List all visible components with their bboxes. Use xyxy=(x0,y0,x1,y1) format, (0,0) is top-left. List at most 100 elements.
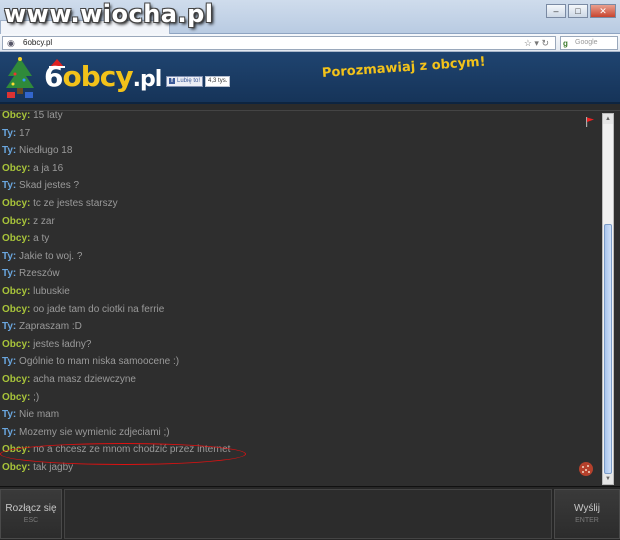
stranger-name: Obcy: xyxy=(2,303,31,315)
chat-message: Obcy: tc ze jestes starszy xyxy=(2,196,118,212)
cookie-icon[interactable] xyxy=(578,461,594,477)
window-controls: – □ ✕ xyxy=(546,4,616,18)
logo-six: 6 xyxy=(44,60,64,93)
christmas-tree-icon xyxy=(6,57,34,98)
send-label: Wyślij xyxy=(573,503,600,514)
message-text: 15 laty xyxy=(33,111,63,121)
you-name: Ty: xyxy=(2,127,17,139)
message-text: Zapraszam :D xyxy=(19,321,82,333)
chat-message: Obcy: 15 laty xyxy=(2,111,63,124)
message-text: jestes ładny? xyxy=(33,338,92,350)
you-name: Ty: xyxy=(2,180,17,192)
scroll-up-icon[interactable]: ▲ xyxy=(603,114,613,124)
like-count: 4,3 tys. xyxy=(205,76,231,87)
chat-message: Obcy: lubuskie xyxy=(2,284,70,300)
stranger-name: Obcy: xyxy=(2,374,31,385)
reload-icon[interactable]: ↻ xyxy=(541,38,549,48)
chat-message: Ty: Nie mam xyxy=(2,407,59,423)
scroll-thumb[interactable] xyxy=(604,224,612,474)
message-text: 17 xyxy=(19,127,31,139)
search-input[interactable]: g Google xyxy=(560,36,618,50)
you-name: Ty: xyxy=(2,426,17,438)
stranger-name: Obcy: xyxy=(2,198,31,209)
chat-message: Obcy: a ty xyxy=(2,231,49,247)
stranger-name: Obcy: xyxy=(2,338,31,350)
search-engine-icon[interactable]: g xyxy=(563,38,568,50)
message-text: a ja 16 xyxy=(33,162,64,174)
minimize-icon[interactable]: – xyxy=(546,4,566,18)
disconnect-button[interactable]: Rozłącz się ESC xyxy=(0,489,62,539)
stranger-name: Obcy: xyxy=(2,286,31,297)
message-text: Nie mam xyxy=(19,409,60,421)
stranger-name: Obcy: xyxy=(2,391,31,403)
chat-message: Obcy: jestes ładny? xyxy=(2,337,92,353)
dropdown-arrow-icon[interactable]: ▾ xyxy=(534,38,539,48)
stranger-name: Obcy: xyxy=(2,162,31,174)
you-name: Ty: xyxy=(2,250,17,262)
site-logo[interactable]: 6obcy.pl xyxy=(44,60,163,93)
send-button[interactable]: Wyślij ENTER xyxy=(554,489,620,539)
chat-message: Obcy: acha masz dziewczyne xyxy=(2,372,136,388)
chat-message: Ty: Mozemy sie wymienic zdjeciami ;) xyxy=(2,425,170,441)
message-text: lubuskie xyxy=(33,286,70,297)
message-text: a ty xyxy=(33,233,50,245)
facebook-icon: f xyxy=(169,78,175,84)
chat-controls: Rozłącz się ESC Wyślij ENTER xyxy=(0,486,620,540)
chat-message: Obcy: ;) xyxy=(2,390,39,406)
message-text: no a chcesz ze mnom chodzić przez intern… xyxy=(33,444,231,456)
message-text: ;) xyxy=(33,391,40,403)
message-text: acha masz dziewczyne xyxy=(33,374,136,385)
chat-message: Obcy: z zar xyxy=(2,214,55,230)
bookmark-star-icon[interactable]: ☆ xyxy=(524,38,532,48)
chat-message: Obcy: tak jagby xyxy=(2,460,73,476)
chat-area: Obcy: 15 laty Ty: 17 Ty: Niedługo 18 Obcy: … xyxy=(0,110,620,486)
disconnect-hint: ESC xyxy=(23,517,39,524)
logo-domain: .pl xyxy=(132,67,163,92)
chat-scrollbar[interactable]: ▲ ▼ xyxy=(602,113,614,485)
message-text: tak jagby xyxy=(33,462,74,473)
message-text: Niedługo 18 xyxy=(19,145,73,157)
you-name: Ty: xyxy=(2,268,17,280)
address-bar[interactable]: ◉ 6obcy.pl ☆ ▾ ↻ xyxy=(2,36,556,50)
you-name: Ty: xyxy=(2,356,17,368)
site-header: 6obcy.pl f Lubię to! 4,3 tys. xyxy=(0,52,620,104)
maximize-icon[interactable]: □ xyxy=(568,4,588,18)
address-actions: ☆ ▾ ↻ xyxy=(524,37,549,49)
chat-message: Ty: Zapraszam :D xyxy=(2,319,82,335)
facebook-like-widget: f Lubię to! 4,3 tys. xyxy=(166,76,231,87)
scroll-down-icon[interactable]: ▼ xyxy=(603,474,613,484)
you-name: Ty: xyxy=(2,145,17,157)
message-list: Obcy: 15 laty Ty: 17 Ty: Niedługo 18 Obcy: … xyxy=(0,111,598,487)
disconnect-label: Rozłącz się xyxy=(5,503,57,514)
like-label: Lubię to! xyxy=(177,78,201,84)
message-text: tc ze jestes starszy xyxy=(33,198,118,209)
you-name: Ty: xyxy=(2,321,17,333)
chat-message: Obcy: oo jade tam do ciotki na ferrie xyxy=(2,302,164,318)
site-identity-icon[interactable]: ◉ xyxy=(7,38,18,48)
chat-message: Obcy: no a chcesz ze mnom chodzić przez … xyxy=(2,442,230,458)
message-text: Jakie to woj. ? xyxy=(19,250,83,262)
message-input[interactable] xyxy=(64,489,552,539)
message-text: oo jade tam do ciotki na ferrie xyxy=(33,303,165,315)
watermark: www.wiocha.pl xyxy=(4,0,214,28)
search-placeholder: Google xyxy=(575,39,598,46)
chat-message: Ty: 17 xyxy=(2,126,30,142)
chat-message: Ty: Skad jestes ? xyxy=(2,178,79,194)
message-text: Rzeszów xyxy=(19,268,60,280)
stranger-name: Obcy: xyxy=(2,215,31,227)
stranger-name: Obcy: xyxy=(2,444,31,456)
message-text: Skad jestes ? xyxy=(19,180,80,192)
you-name: Ty: xyxy=(2,409,17,421)
facebook-like-button[interactable]: f Lubię to! xyxy=(166,76,204,87)
message-text: z zar xyxy=(33,215,55,227)
report-flag-icon[interactable] xyxy=(585,117,595,127)
close-icon[interactable]: ✕ xyxy=(590,4,616,18)
chat-message: Ty: Niedługo 18 xyxy=(2,143,72,159)
chat-message: Ty: Rzeszów xyxy=(2,266,60,282)
chat-message: Ty: Ogólnie to mam niska samoocene :) xyxy=(2,354,179,370)
message-text: Ogólnie to mam niska samoocene :) xyxy=(19,356,180,368)
navigation-bar: ◉ 6obcy.pl ☆ ▾ ↻ g Google xyxy=(0,34,620,52)
address-text: 6obcy.pl xyxy=(23,38,53,47)
logo-name: obcy xyxy=(62,60,133,93)
stranger-name: Obcy: xyxy=(2,233,31,245)
